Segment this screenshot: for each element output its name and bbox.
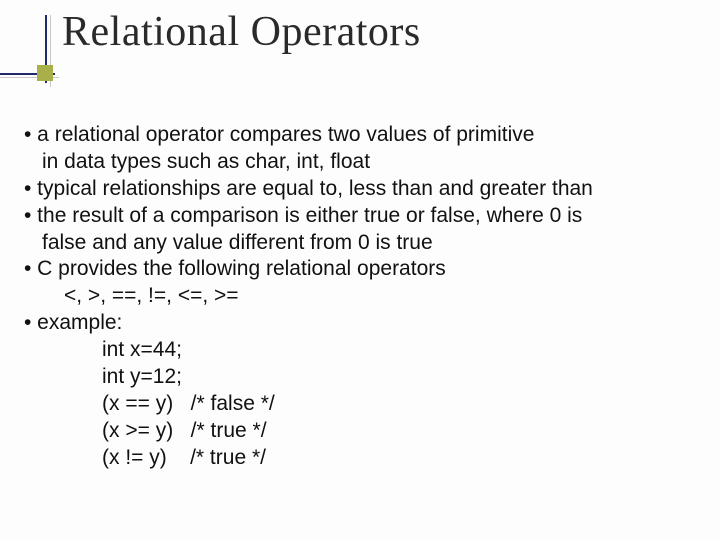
code-line-2: int y=12; (24, 364, 702, 391)
bullet-2: • typical relationships are equal to, le… (24, 176, 702, 203)
bullet-4: • C provides the following relational op… (24, 256, 702, 283)
bullet-3-line-2: false and any value different from 0 is … (24, 230, 702, 257)
slide: Relational Operators • a relational oper… (0, 0, 720, 540)
corner-decoration (0, 15, 60, 75)
bullet-1-line-1: • a relational operator compares two val… (24, 122, 702, 149)
bullet-1-line-2: in data types such as char, int, float (24, 149, 702, 176)
code-line-5: (x != y) /* true */ (24, 445, 702, 472)
slide-title: Relational Operators (62, 8, 421, 56)
bullet-5: • example: (24, 310, 702, 337)
bullet-3-line-1: • the result of a comparison is either t… (24, 203, 702, 230)
code-line-1: int x=44; (24, 337, 702, 364)
code-line-4: (x >= y) /* true */ (24, 418, 702, 445)
operators-list: <, >, ==, !=, <=, >= (24, 283, 702, 310)
code-line-3: (x == y) /* false */ (24, 391, 702, 418)
slide-body: • a relational operator compares two val… (24, 122, 702, 471)
